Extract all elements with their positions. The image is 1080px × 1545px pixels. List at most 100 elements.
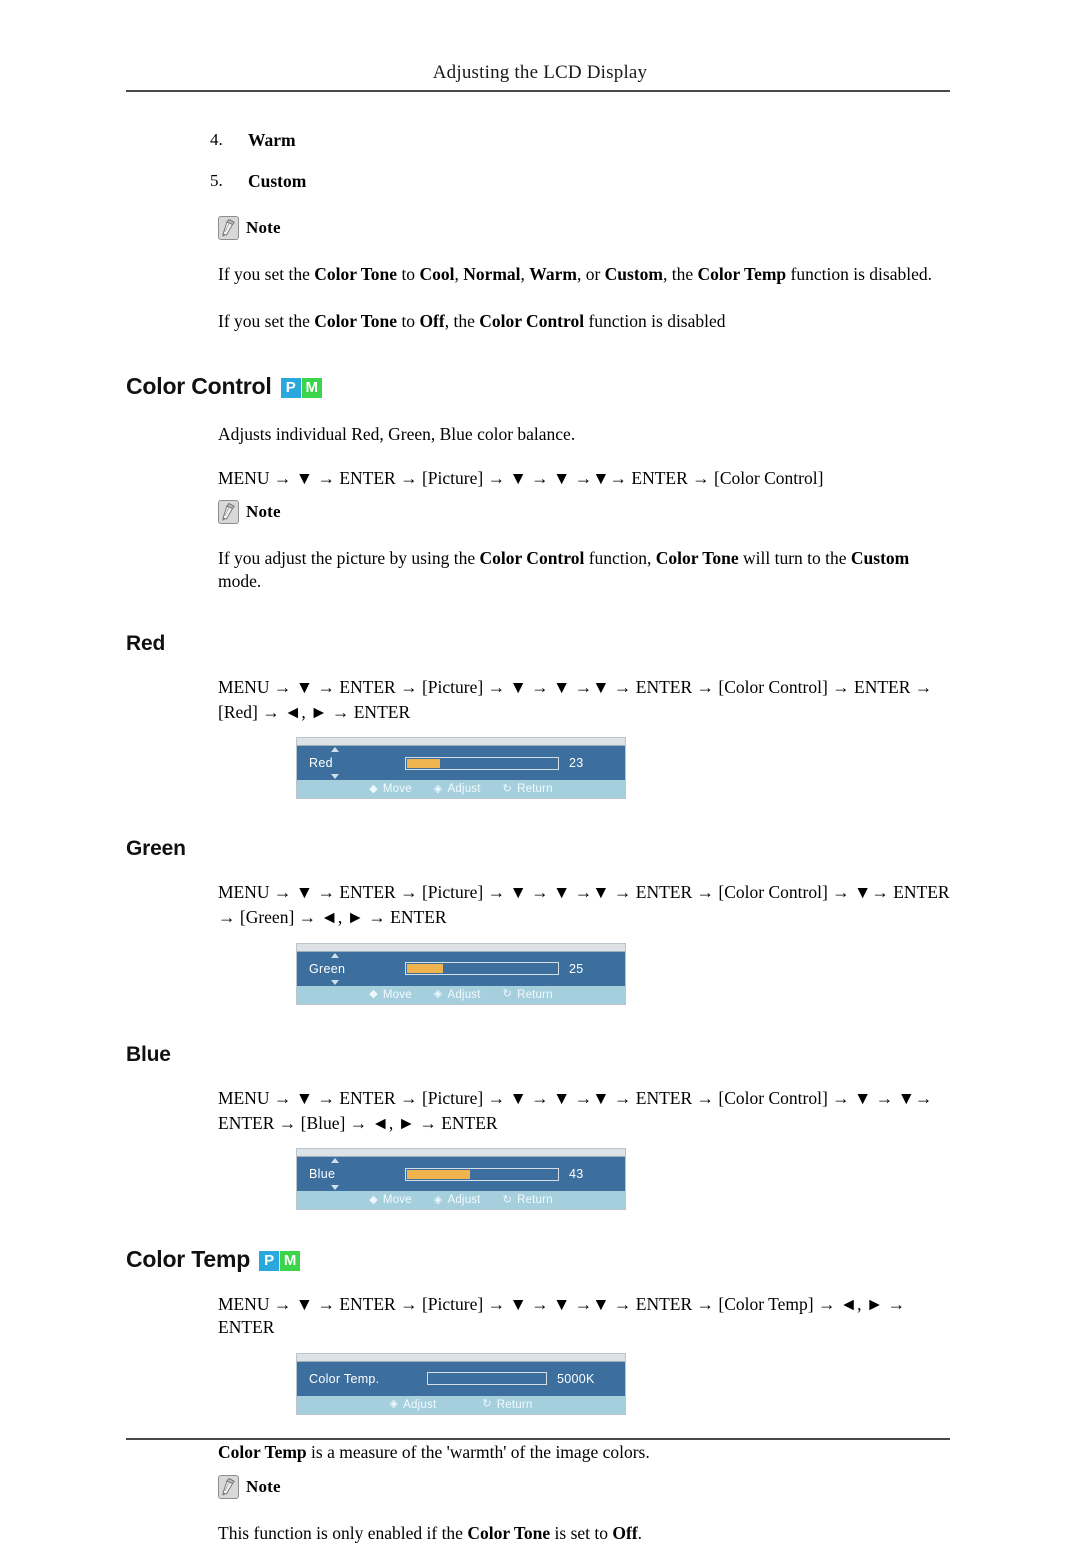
osd-slider-fill <box>407 759 440 768</box>
footer-rule <box>126 1438 950 1440</box>
osd-footer-label: Move <box>383 1194 412 1206</box>
osd-value: 23 <box>569 756 613 770</box>
caret-down-icon <box>331 1185 339 1190</box>
return-arrow-icon: ↻ <box>503 1195 512 1206</box>
osd-footer-label: Move <box>383 783 412 795</box>
osd-topbar <box>297 738 625 746</box>
osd-footer-adjust: ◈ Adjust <box>390 1399 437 1411</box>
note-paragraph-3: If you adjust the picture by using the C… <box>218 547 952 594</box>
return-arrow-icon: ↻ <box>503 784 512 795</box>
osd-topbar <box>297 1354 625 1362</box>
note-block: Note <box>218 500 1080 524</box>
note-block: Note <box>218 1475 1080 1499</box>
osd-footer-return: ↻ Return <box>503 989 553 1001</box>
osd-footer-label: Adjust <box>447 989 480 1001</box>
osd-footer-label: Adjust <box>403 1399 436 1411</box>
osd-slider-track[interactable] <box>427 1372 547 1385</box>
updown-arrow-icon: ◆ <box>369 989 378 1000</box>
color-control-menupath: MENU → ▼ → ENTER → [Picture] → ▼ → ▼ →▼→… <box>218 467 955 490</box>
osd-footer-move: ◆ Move <box>369 783 412 795</box>
osd-footer-adjust: ◈ Adjust <box>434 1194 481 1206</box>
osd-footer: ◆ Move ◈ Adjust ↻ Return <box>297 780 625 798</box>
osd-topbar <box>297 944 625 952</box>
green-menupath-line1: MENU → ▼ → ENTER → [Picture] → ▼ → ▼ →▼ … <box>218 881 955 904</box>
color-temp-description: Color Temp is a measure of the 'warmth' … <box>218 1441 952 1465</box>
osd-slider-fill <box>407 1170 470 1179</box>
note-label: Note <box>246 218 281 238</box>
return-arrow-icon: ↻ <box>503 989 512 1000</box>
osd-slider-track[interactable] <box>405 1168 559 1181</box>
osd-slider-fill <box>407 964 443 973</box>
osd-panel-green: Green 25 ◆ Move ◈ Adjust ↻ <box>296 943 626 1005</box>
osd-footer-label: Return <box>517 783 553 795</box>
list-item-label: Custom <box>248 171 306 192</box>
section-heading-red: Red <box>126 632 1080 656</box>
red-menupath-line2: [Red] → ◄, ► → ENTER <box>218 701 955 724</box>
section-heading-color-control: Color Control P M <box>126 373 1080 400</box>
osd-footer-adjust: ◈ Adjust <box>434 783 481 795</box>
note-pencil-icon <box>218 216 239 240</box>
osd-footer-return: ↻ Return <box>503 1194 553 1206</box>
caret-down-icon <box>331 774 339 779</box>
updown-arrow-icon: ◆ <box>369 1195 378 1206</box>
leftright-arrow-icon: ◈ <box>434 784 443 795</box>
osd-footer-adjust: ◈ Adjust <box>434 989 481 1001</box>
badge-p-icon: P <box>259 1251 279 1271</box>
osd-label-text: Red <box>309 756 333 770</box>
osd-label: Color Temp. <box>309 1372 427 1386</box>
section-heading-color-temp: Color Temp P M <box>126 1246 1080 1273</box>
caret-up-icon <box>331 747 339 752</box>
return-arrow-icon: ↻ <box>482 1399 491 1410</box>
page-header: Adjusting the LCD Display <box>0 62 1080 84</box>
green-menupath-line2: → [Green] → ◄, ► → ENTER <box>218 906 955 929</box>
section-heading-green: Green <box>126 837 1080 861</box>
section-title: Color Control <box>126 373 272 400</box>
osd-footer-label: Move <box>383 989 412 1001</box>
section-heading-blue: Blue <box>126 1043 1080 1067</box>
osd-footer-label: Return <box>517 989 553 1001</box>
osd-body: Green 25 <box>297 952 625 986</box>
color-temp-menupath: MENU → ▼ → ENTER → [Picture] → ▼ → ▼ →▼ … <box>218 1293 955 1339</box>
osd-footer: ◈ Adjust ↻ Return <box>297 1396 625 1414</box>
header-rule <box>126 90 950 92</box>
osd-panel-red: Red 23 ◆ Move ◈ Adjust ↻ <box>296 737 626 799</box>
leftright-arrow-icon: ◈ <box>390 1399 399 1410</box>
caret-up-icon <box>331 1158 339 1163</box>
osd-footer-label: Return <box>497 1399 533 1411</box>
list-item-number: 5. <box>210 171 248 192</box>
page-content: 4. Warm 5. Custom Note If you set the Co… <box>0 110 1080 1545</box>
osd-label-text: Blue <box>309 1167 335 1181</box>
note-pencil-icon <box>218 1475 239 1499</box>
osd-slider-track[interactable] <box>405 962 559 975</box>
updown-arrow-icon: ◆ <box>369 784 378 795</box>
caret-up-icon <box>331 953 339 958</box>
osd-label: Red <box>309 756 405 770</box>
osd-footer-label: Return <box>517 1194 553 1206</box>
osd-label-text: Green <box>309 962 345 976</box>
osd-footer-return: ↻ Return <box>503 783 553 795</box>
note-label: Note <box>246 502 281 522</box>
note-paragraph-2: If you set the Color Tone to Off, the Co… <box>218 310 952 334</box>
osd-value: 25 <box>569 962 613 976</box>
blue-menupath-line1: MENU → ▼ → ENTER → [Picture] → ▼ → ▼ →▼ … <box>218 1087 955 1110</box>
osd-footer: ◆ Move ◈ Adjust ↻ Return <box>297 986 625 1004</box>
color-control-description: Adjusts individual Red, Green, Blue colo… <box>218 423 952 447</box>
osd-body: Red 23 <box>297 746 625 780</box>
badge-p-icon: P <box>281 378 301 398</box>
osd-footer-move: ◆ Move <box>369 1194 412 1206</box>
badge-group: P M <box>259 1251 300 1271</box>
caret-down-icon <box>331 980 339 985</box>
osd-slider-track[interactable] <box>405 757 559 770</box>
osd-label: Green <box>309 962 405 976</box>
osd-footer-label: Adjust <box>447 1194 480 1206</box>
list-item-label: Warm <box>248 130 296 151</box>
list-item-number: 4. <box>210 130 248 151</box>
blue-menupath-line2: ENTER → [Blue] → ◄, ► → ENTER <box>218 1112 955 1135</box>
osd-panel-color-temp: Color Temp. 5000K ◈ Adjust ↻ Return <box>296 1353 626 1415</box>
section-title: Color Temp <box>126 1246 250 1273</box>
list-item: 5. Custom <box>210 171 1080 192</box>
osd-footer-return: ↻ Return <box>482 1399 532 1411</box>
document-page: Adjusting the LCD Display 4. Warm 5. Cus… <box>0 0 1080 1527</box>
badge-m-icon: M <box>280 1251 300 1271</box>
note-paragraph-1: If you set the Color Tone to Cool, Norma… <box>218 263 952 287</box>
